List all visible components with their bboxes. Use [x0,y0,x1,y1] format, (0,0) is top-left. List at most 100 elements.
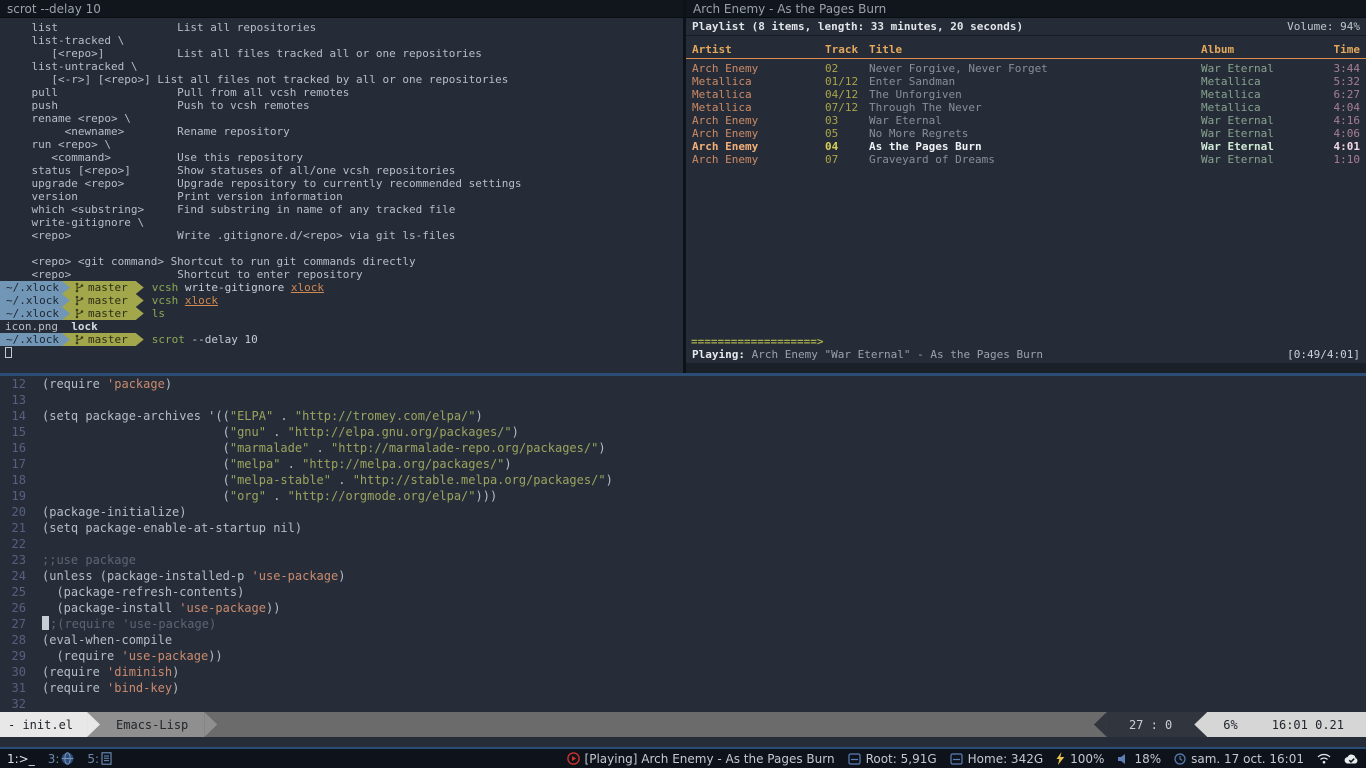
vcsh-help-text: list List all repositories list-tracked … [5,21,683,281]
shell-prompt-line: ~/.xlock master vcsh write-gitignore xlo… [0,281,683,294]
prompt-branch: master [88,333,128,346]
modeline-right-segment: 6% 16:01 0.21 [1207,712,1366,737]
prompt-path-segment: ~/.xlock [0,307,62,320]
playlist-row[interactable]: Metallica01/12Enter SandmanMetallica5:32 [686,75,1366,88]
emacs-buffer[interactable]: 12(require 'package) 13 14(setq package-… [0,376,1366,712]
powerline-separator [136,294,144,307]
shell-prompt-line: ~/.xlock master vcsh xlock [0,294,683,307]
now-playing-item: [Playing] Arch Enemy - As the Pages Burn [567,752,835,766]
desktop: scrot --delay 10 list List all repositor… [0,0,1366,768]
terminal-cursor-line [5,346,683,359]
powerline-separator [87,712,100,737]
code-line: 32 [6,696,1366,712]
prompt-path-segment: ~/.xlock [0,281,62,294]
modeline-time-load: 16:01 0.21 [1272,718,1344,732]
playlist-row[interactable]: Metallica07/12Through The NeverMetallica… [686,101,1366,114]
code-line: 19 ("org" . "http://orgmode.org/elpa/"))… [6,488,1366,504]
disk-home-text: Home: 342G [968,752,1044,766]
terminal-content[interactable]: list List all repositories list-tracked … [0,18,683,373]
terminal-title: scrot --delay 10 [7,2,101,16]
playlist-row[interactable]: Arch Enemy02Never Forgive, Never ForgetW… [686,62,1366,75]
clock-item: sam. 17 oct. 16:01 [1174,752,1304,766]
date-text: sam. 17 oct. 16:01 [1191,752,1304,766]
emacs-window: 12(require 'package) 13 14(setq package-… [0,376,1366,747]
powerline-separator [136,333,144,346]
disk-root-text: Root: 5,91G [866,752,937,766]
volume-text: 18% [1134,752,1161,766]
shell-command: vcsh xlock [152,294,218,307]
player-bottom-strip [686,363,1366,373]
column-track[interactable]: Track [825,43,869,56]
playlist-empty-space [686,166,1366,335]
powerline-separator [62,307,70,320]
prompt-branch: master [88,281,128,294]
music-player-window: Arch Enemy - As the Pages Burn Playlist … [686,0,1366,373]
code-line: 15 ("gnu" . "http://elpa.gnu.org/package… [6,424,1366,440]
globe-icon [61,752,74,765]
workspace-button-3[interactable]: 3: [48,752,75,766]
terminal-window: scrot --delay 10 list List all repositor… [0,0,683,373]
playlist-row-current[interactable]: Arch Enemy04As the Pages BurnWar Eternal… [686,140,1366,153]
playlist-row[interactable]: Arch Enemy07Graveyard of DreamsWar Etern… [686,153,1366,166]
code-line: 31(require 'bind-key) [6,680,1366,696]
playback-progress[interactable]: ===================> [686,335,1366,348]
code-line: 26 (package-install 'use-package)) [6,600,1366,616]
prompt-path: ~/.xlock [6,281,59,294]
modeline-line-column: 27 : 0 [1107,712,1194,737]
code-line: 13 [6,392,1366,408]
playing-label: Playing: [692,348,745,361]
status-bar: 1:>_ 3: 5: [Playing] Arch Enemy - As the… [0,749,1366,768]
playing-track: Arch Enemy "War Eternal" - As the Pages … [745,348,1043,361]
player-titlebar[interactable]: Arch Enemy - As the Pages Burn [686,0,1366,18]
prompt-git-segment: master [70,333,136,346]
code-line: 23;;use package [6,552,1366,568]
prompt-git-segment: master [70,307,136,320]
powerline-separator [1194,712,1207,737]
column-artist[interactable]: Artist [692,43,825,56]
modeline-filler [217,712,1094,737]
code-line: 29 (require 'use-package)) [6,648,1366,664]
workspace-button-1[interactable]: 1:>_ [7,752,35,766]
shell-prompt-line: ~/.xlock master ls [0,307,683,320]
code-line: 14(setq package-archives '(("ELPA" . "ht… [6,408,1366,424]
speaker-icon [1117,753,1129,765]
emacs-modeline: - init.el Emacs-Lisp 27 : 0 6% 16:01 0.2… [0,712,1366,737]
top-window-row: scrot --delay 10 list List all repositor… [0,0,1366,373]
document-icon [101,752,112,765]
volume-item: 18% [1117,752,1161,766]
playlist-header: Playlist (8 items, length: 33 minutes, 2… [686,18,1366,36]
modeline-buffer-name[interactable]: - init.el [0,712,87,737]
powerline-separator [62,333,70,346]
shell-command: vcsh write-gitignore xlock [152,281,324,294]
column-time[interactable]: Time [1311,43,1360,56]
battery-item: 100% [1056,752,1104,766]
emacs-echo-area[interactable] [0,737,1366,747]
playlist-row[interactable]: Arch Enemy03War EternalWar Eternal4:16 [686,114,1366,127]
shell-command: ls [152,307,165,320]
powerline-separator [1094,712,1107,737]
terminal-titlebar[interactable]: scrot --delay 10 [0,0,683,18]
playlist-row[interactable]: Metallica04/12The UnforgivenMetallica6:2… [686,88,1366,101]
playlist-row[interactable]: Arch Enemy05No More RegretsWar Eternal4:… [686,127,1366,140]
column-album[interactable]: Album [1201,43,1311,56]
playlist-column-headers: Artist Track Title Album Time [686,42,1366,56]
cloud-sync-icon [1344,753,1359,764]
git-branch-icon [75,308,84,319]
wifi-icon [1317,753,1331,764]
modeline-major-mode[interactable]: Emacs-Lisp [100,712,204,737]
shell-command: scrot --delay 10 [152,333,258,346]
play-circle-icon [567,752,580,765]
disk-icon [950,753,963,765]
git-branch-icon [75,295,84,306]
status-items: [Playing] Arch Enemy - As the Pages Burn… [567,752,1359,766]
now-playing-status: Playing: Arch Enemy "War Eternal" - As t… [686,348,1366,361]
playback-time: [0:49/4:01] [1287,348,1360,361]
column-title[interactable]: Title [869,43,1201,56]
volume-indicator: Volume: 94% [1287,20,1360,33]
workspace-button-5[interactable]: 5: [87,752,112,766]
code-line: 18 ("melpa-stable" . "http://stable.melp… [6,472,1366,488]
player-content[interactable]: Playlist (8 items, length: 33 minutes, 2… [686,18,1366,373]
code-line: 22 [6,536,1366,552]
player-title: Arch Enemy - As the Pages Burn [693,2,886,16]
code-line: 16 ("marmalade" . "http://marmalade-repo… [6,440,1366,456]
